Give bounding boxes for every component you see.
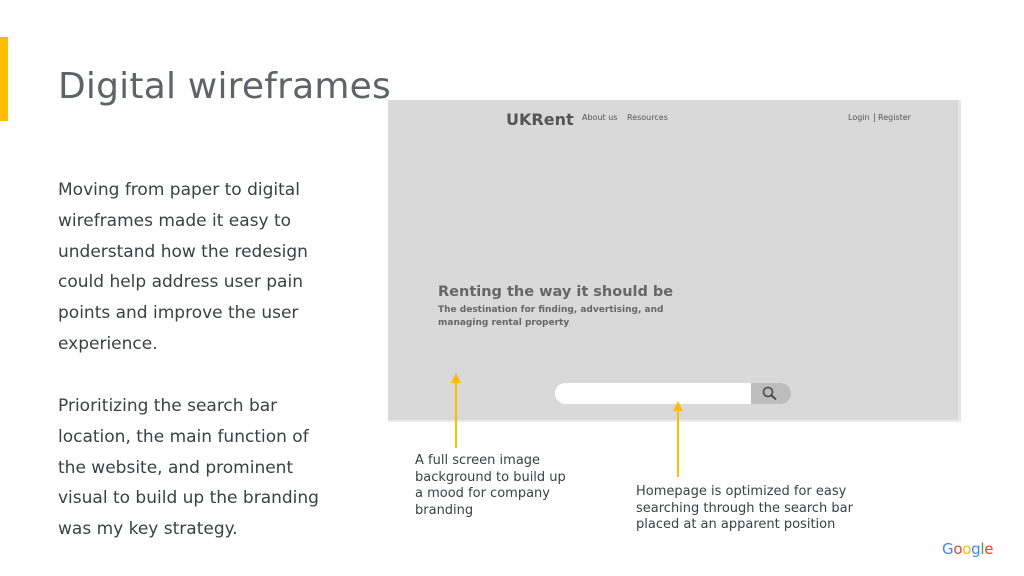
- google-logo-letter: o: [953, 540, 963, 558]
- nav-register[interactable]: Register: [878, 113, 911, 122]
- google-logo-letter: o: [962, 540, 972, 558]
- accent-bar: [0, 37, 8, 121]
- nav-login[interactable]: Login: [848, 113, 875, 122]
- body-paragraph-1: Moving from paper to digital wireframes …: [58, 180, 308, 354]
- slide-title: Digital wireframes: [58, 66, 391, 107]
- search-input[interactable]: [555, 383, 751, 404]
- wireframe-logo[interactable]: UKRent: [506, 110, 574, 129]
- body-paragraph-2: Prioritizing the search bar location, th…: [58, 396, 319, 540]
- hero-subheadline: The destination for finding, advertising…: [438, 305, 664, 328]
- arrow-up-icon: [673, 401, 683, 477]
- nav-resources[interactable]: Resources: [627, 113, 668, 122]
- arrow-up-icon: [451, 373, 461, 448]
- annotation-background: A full screen image background to build …: [415, 453, 566, 518]
- google-logo-letter: e: [984, 540, 994, 558]
- annotation-search: Homepage is optimized for easy searching…: [636, 484, 853, 532]
- search-button[interactable]: [751, 383, 791, 404]
- homepage-wireframe: UKRent About us Resources Login Register…: [388, 100, 961, 422]
- search-icon: [762, 386, 777, 401]
- google-logo-letter: G: [942, 540, 954, 558]
- hero-headline: Renting the way it should be: [438, 284, 674, 300]
- google-logo-letter: g: [971, 540, 981, 558]
- google-logo: Google: [942, 540, 993, 558]
- nav-about-us[interactable]: About us: [582, 113, 617, 122]
